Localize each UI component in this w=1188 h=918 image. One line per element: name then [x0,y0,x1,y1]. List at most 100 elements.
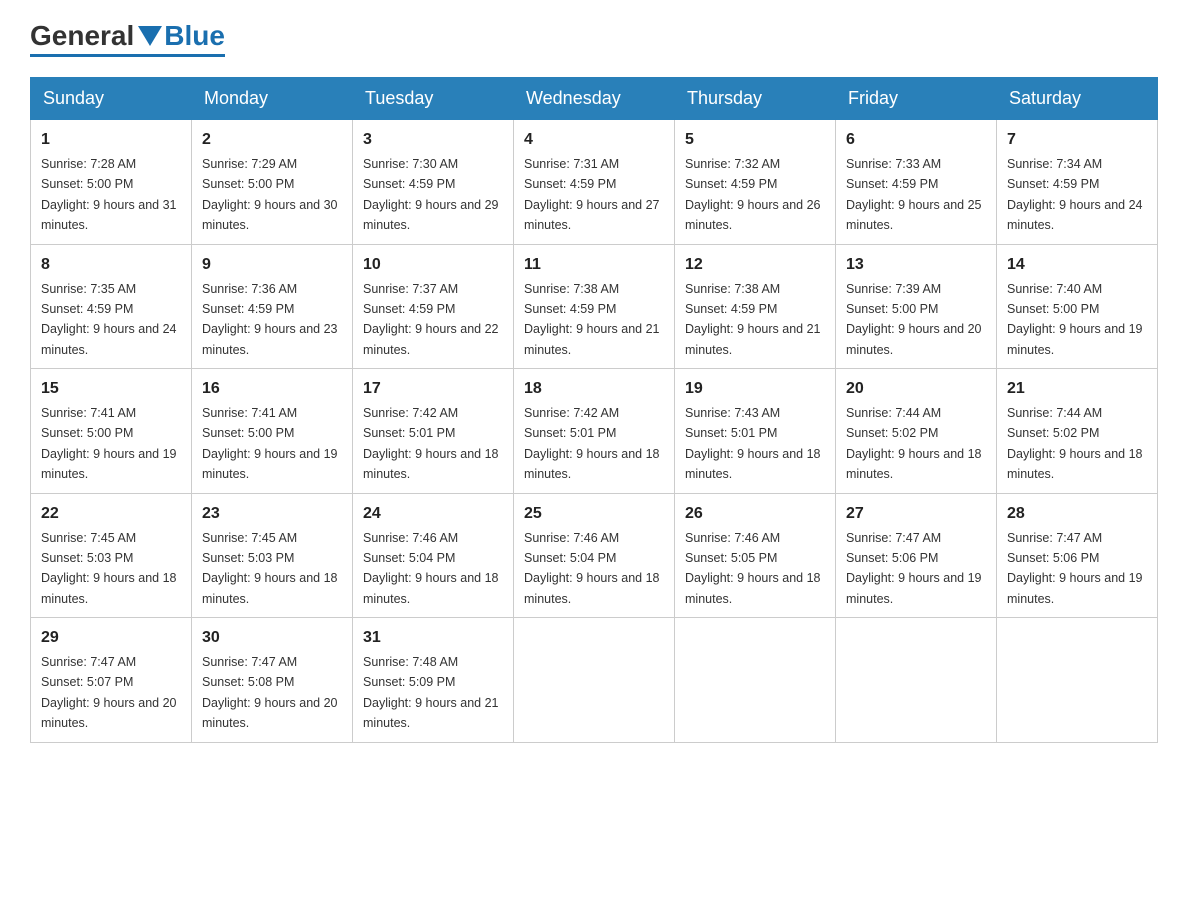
calendar-cell: 26 Sunrise: 7:46 AMSunset: 5:05 PMDaylig… [675,493,836,618]
day-number: 15 [41,377,181,401]
calendar-cell: 1 Sunrise: 7:28 AMSunset: 5:00 PMDayligh… [31,120,192,245]
day-number: 17 [363,377,503,401]
calendar-cell: 17 Sunrise: 7:42 AMSunset: 5:01 PMDaylig… [353,369,514,494]
day-info: Sunrise: 7:30 AMSunset: 4:59 PMDaylight:… [363,157,499,232]
calendar-cell: 27 Sunrise: 7:47 AMSunset: 5:06 PMDaylig… [836,493,997,618]
day-number: 23 [202,502,342,526]
day-number: 8 [41,253,181,277]
calendar-cell: 6 Sunrise: 7:33 AMSunset: 4:59 PMDayligh… [836,120,997,245]
day-number: 2 [202,128,342,152]
calendar-week-row: 22 Sunrise: 7:45 AMSunset: 5:03 PMDaylig… [31,493,1158,618]
logo-blue-text: Blue [164,20,225,52]
day-number: 14 [1007,253,1147,277]
day-number: 9 [202,253,342,277]
day-info: Sunrise: 7:44 AMSunset: 5:02 PMDaylight:… [846,406,982,481]
day-info: Sunrise: 7:44 AMSunset: 5:02 PMDaylight:… [1007,406,1143,481]
day-info: Sunrise: 7:37 AMSunset: 4:59 PMDaylight:… [363,282,499,357]
day-number: 10 [363,253,503,277]
day-info: Sunrise: 7:38 AMSunset: 4:59 PMDaylight:… [685,282,821,357]
calendar-table: SundayMondayTuesdayWednesdayThursdayFrid… [30,77,1158,743]
day-number: 28 [1007,502,1147,526]
day-number: 3 [363,128,503,152]
day-number: 20 [846,377,986,401]
calendar-cell [836,618,997,743]
calendar-cell: 12 Sunrise: 7:38 AMSunset: 4:59 PMDaylig… [675,244,836,369]
column-header-sunday: Sunday [31,78,192,120]
calendar-cell: 19 Sunrise: 7:43 AMSunset: 5:01 PMDaylig… [675,369,836,494]
calendar-cell: 13 Sunrise: 7:39 AMSunset: 5:00 PMDaylig… [836,244,997,369]
day-info: Sunrise: 7:47 AMSunset: 5:07 PMDaylight:… [41,655,177,730]
calendar-cell: 30 Sunrise: 7:47 AMSunset: 5:08 PMDaylig… [192,618,353,743]
page-header: General Blue [30,20,1158,57]
calendar-cell: 11 Sunrise: 7:38 AMSunset: 4:59 PMDaylig… [514,244,675,369]
calendar-cell: 29 Sunrise: 7:47 AMSunset: 5:07 PMDaylig… [31,618,192,743]
calendar-cell: 8 Sunrise: 7:35 AMSunset: 4:59 PMDayligh… [31,244,192,369]
calendar-cell: 31 Sunrise: 7:48 AMSunset: 5:09 PMDaylig… [353,618,514,743]
calendar-cell: 2 Sunrise: 7:29 AMSunset: 5:00 PMDayligh… [192,120,353,245]
day-number: 13 [846,253,986,277]
logo: General Blue [30,20,225,57]
calendar-week-row: 29 Sunrise: 7:47 AMSunset: 5:07 PMDaylig… [31,618,1158,743]
day-info: Sunrise: 7:35 AMSunset: 4:59 PMDaylight:… [41,282,177,357]
calendar-cell: 24 Sunrise: 7:46 AMSunset: 5:04 PMDaylig… [353,493,514,618]
calendar-cell: 15 Sunrise: 7:41 AMSunset: 5:00 PMDaylig… [31,369,192,494]
day-info: Sunrise: 7:29 AMSunset: 5:00 PMDaylight:… [202,157,338,232]
day-info: Sunrise: 7:43 AMSunset: 5:01 PMDaylight:… [685,406,821,481]
day-number: 24 [363,502,503,526]
day-number: 12 [685,253,825,277]
calendar-cell: 20 Sunrise: 7:44 AMSunset: 5:02 PMDaylig… [836,369,997,494]
calendar-cell: 25 Sunrise: 7:46 AMSunset: 5:04 PMDaylig… [514,493,675,618]
calendar-cell: 23 Sunrise: 7:45 AMSunset: 5:03 PMDaylig… [192,493,353,618]
day-number: 1 [41,128,181,152]
day-number: 27 [846,502,986,526]
day-info: Sunrise: 7:34 AMSunset: 4:59 PMDaylight:… [1007,157,1143,232]
day-number: 6 [846,128,986,152]
day-info: Sunrise: 7:33 AMSunset: 4:59 PMDaylight:… [846,157,982,232]
day-info: Sunrise: 7:32 AMSunset: 4:59 PMDaylight:… [685,157,821,232]
day-number: 21 [1007,377,1147,401]
day-info: Sunrise: 7:45 AMSunset: 5:03 PMDaylight:… [41,531,177,606]
day-number: 11 [524,253,664,277]
calendar-cell: 21 Sunrise: 7:44 AMSunset: 5:02 PMDaylig… [997,369,1158,494]
day-info: Sunrise: 7:45 AMSunset: 5:03 PMDaylight:… [202,531,338,606]
day-number: 16 [202,377,342,401]
day-number: 30 [202,626,342,650]
day-info: Sunrise: 7:47 AMSunset: 5:06 PMDaylight:… [1007,531,1143,606]
day-number: 26 [685,502,825,526]
calendar-week-row: 1 Sunrise: 7:28 AMSunset: 5:00 PMDayligh… [31,120,1158,245]
logo-general-text: General [30,20,134,52]
calendar-cell: 4 Sunrise: 7:31 AMSunset: 4:59 PMDayligh… [514,120,675,245]
day-info: Sunrise: 7:41 AMSunset: 5:00 PMDaylight:… [202,406,338,481]
day-info: Sunrise: 7:46 AMSunset: 5:04 PMDaylight:… [524,531,660,606]
day-number: 4 [524,128,664,152]
calendar-header-row: SundayMondayTuesdayWednesdayThursdayFrid… [31,78,1158,120]
calendar-cell: 5 Sunrise: 7:32 AMSunset: 4:59 PMDayligh… [675,120,836,245]
calendar-cell: 16 Sunrise: 7:41 AMSunset: 5:00 PMDaylig… [192,369,353,494]
day-info: Sunrise: 7:31 AMSunset: 4:59 PMDaylight:… [524,157,660,232]
calendar-week-row: 15 Sunrise: 7:41 AMSunset: 5:00 PMDaylig… [31,369,1158,494]
calendar-week-row: 8 Sunrise: 7:35 AMSunset: 4:59 PMDayligh… [31,244,1158,369]
day-number: 19 [685,377,825,401]
day-info: Sunrise: 7:47 AMSunset: 5:06 PMDaylight:… [846,531,982,606]
day-info: Sunrise: 7:48 AMSunset: 5:09 PMDaylight:… [363,655,499,730]
column-header-thursday: Thursday [675,78,836,120]
day-number: 29 [41,626,181,650]
calendar-cell [675,618,836,743]
day-info: Sunrise: 7:39 AMSunset: 5:00 PMDaylight:… [846,282,982,357]
day-info: Sunrise: 7:46 AMSunset: 5:05 PMDaylight:… [685,531,821,606]
day-number: 7 [1007,128,1147,152]
day-info: Sunrise: 7:41 AMSunset: 5:00 PMDaylight:… [41,406,177,481]
calendar-cell: 18 Sunrise: 7:42 AMSunset: 5:01 PMDaylig… [514,369,675,494]
calendar-cell: 22 Sunrise: 7:45 AMSunset: 5:03 PMDaylig… [31,493,192,618]
calendar-cell: 7 Sunrise: 7:34 AMSunset: 4:59 PMDayligh… [997,120,1158,245]
day-info: Sunrise: 7:28 AMSunset: 5:00 PMDaylight:… [41,157,177,232]
day-number: 31 [363,626,503,650]
calendar-cell: 10 Sunrise: 7:37 AMSunset: 4:59 PMDaylig… [353,244,514,369]
calendar-cell: 3 Sunrise: 7:30 AMSunset: 4:59 PMDayligh… [353,120,514,245]
column-header-saturday: Saturday [997,78,1158,120]
calendar-cell: 14 Sunrise: 7:40 AMSunset: 5:00 PMDaylig… [997,244,1158,369]
column-header-wednesday: Wednesday [514,78,675,120]
day-info: Sunrise: 7:46 AMSunset: 5:04 PMDaylight:… [363,531,499,606]
calendar-cell: 28 Sunrise: 7:47 AMSunset: 5:06 PMDaylig… [997,493,1158,618]
day-info: Sunrise: 7:42 AMSunset: 5:01 PMDaylight:… [524,406,660,481]
